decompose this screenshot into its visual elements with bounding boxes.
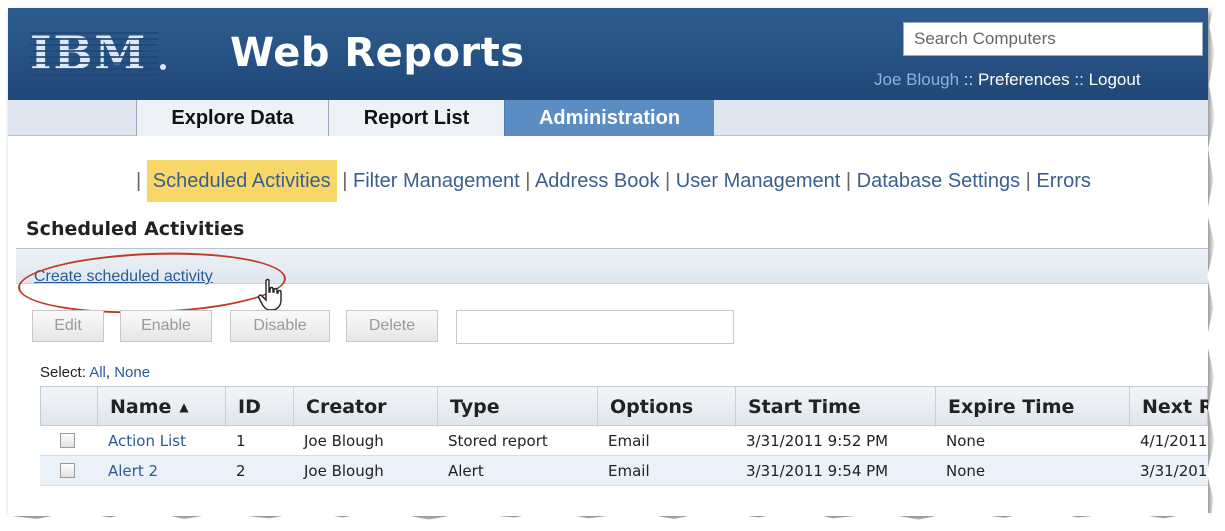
subnav-errors[interactable]: Errors	[1036, 170, 1090, 192]
row-id: 2	[236, 462, 246, 480]
main-tab-bar: Explore Data Report List Administration	[8, 100, 1208, 136]
select-label: Select:	[40, 364, 86, 381]
user-name-link[interactable]: Joe Blough	[874, 70, 959, 89]
column-header-id[interactable]: ID	[225, 387, 293, 427]
column-header-type[interactable]: Type	[437, 387, 597, 427]
subnav-separator: |	[845, 170, 852, 192]
admin-subnav: | Scheduled Activities | Filter Manageme…	[136, 160, 1091, 202]
app-header: IBM Web Reports Search Computers Joe Blo…	[8, 8, 1208, 100]
row-id: 1	[236, 432, 246, 450]
select-none-link[interactable]: None	[114, 364, 150, 381]
row-type: Stored report	[448, 432, 548, 450]
page-title: Scheduled Activities	[26, 218, 245, 240]
select-controls: Select: All, None	[40, 364, 150, 381]
row-name-link[interactable]: Action List	[96, 426, 186, 456]
column-header-options[interactable]: Options	[597, 387, 735, 427]
header-checkbox-column	[41, 387, 97, 427]
subnav-separator: |	[342, 170, 348, 192]
row-checkbox[interactable]	[60, 463, 75, 478]
subnav-address-book[interactable]: Address Book	[535, 170, 660, 192]
edit-button[interactable]: Edit	[32, 310, 104, 342]
select-all-link[interactable]: All	[89, 364, 106, 381]
row-start-time: 3/31/2011 9:54 PM	[746, 462, 889, 480]
screenshot-frame: IBM Web Reports Search Computers Joe Blo…	[8, 8, 1208, 516]
column-header-start-time[interactable]: Start Time	[735, 387, 935, 427]
column-header-next-run[interactable]: Next Run	[1129, 387, 1208, 427]
row-creator: Joe Blough	[304, 462, 384, 480]
select-comma: ,	[105, 364, 111, 381]
user-links: Joe Blough :: Preferences :: Logout	[874, 70, 1141, 90]
row-checkbox[interactable]	[60, 433, 75, 448]
app-title: Web Reports	[230, 30, 525, 76]
table-header: Name ▲ ID Creator Type Options Start Time…	[40, 386, 1208, 427]
row-options: Email	[608, 432, 650, 450]
subnav-separator: |	[1025, 170, 1031, 192]
row-next-run: 4/1/2011	[1140, 432, 1208, 450]
row-start-time: 3/31/2011 9:52 PM	[746, 432, 889, 450]
row-options: Email	[608, 462, 650, 480]
hand-cursor-icon	[258, 278, 282, 311]
tab-administration[interactable]: Administration	[504, 100, 714, 136]
row-expire-time: None	[946, 462, 986, 480]
filter-input[interactable]	[456, 310, 734, 344]
subnav-separator: |	[525, 170, 531, 192]
tab-report-list[interactable]: Report List	[328, 100, 504, 136]
disable-button[interactable]: Disable	[230, 310, 330, 342]
subnav-separator: |	[136, 170, 142, 192]
sort-ascending-icon: ▲	[179, 400, 189, 414]
column-header-expire-time[interactable]: Expire Time	[935, 387, 1129, 427]
row-type: Alert	[448, 462, 484, 480]
subnav-scheduled-activities[interactable]: Scheduled Activities	[146, 160, 337, 202]
column-header-name-label: Name	[110, 396, 172, 418]
subnav-user-management[interactable]: User Management	[676, 170, 841, 192]
row-name-link[interactable]: Alert 2	[96, 456, 158, 486]
subnav-separator: |	[665, 170, 671, 192]
search-computers-input[interactable]: Search Computers	[903, 22, 1203, 56]
subnav-database-settings[interactable]: Database Settings	[857, 170, 1020, 192]
subnav-filter-management[interactable]: Filter Management	[353, 170, 520, 192]
row-expire-time: None	[946, 432, 986, 450]
preferences-link[interactable]: Preferences	[978, 70, 1070, 89]
delete-button[interactable]: Delete	[346, 310, 438, 342]
column-header-creator[interactable]: Creator	[293, 387, 437, 427]
logout-link[interactable]: Logout	[1089, 70, 1141, 89]
logo-dot	[160, 64, 166, 70]
tab-explore-data[interactable]: Explore Data	[136, 100, 328, 136]
column-header-name[interactable]: Name ▲	[97, 387, 225, 427]
enable-button[interactable]: Enable	[120, 310, 212, 342]
table-row[interactable]: Action List 1 Joe Blough Stored report E…	[40, 426, 1208, 456]
table-row[interactable]: Alert 2 2 Joe Blough Alert Email 3/31/20…	[40, 456, 1208, 486]
ibm-logo: IBM	[30, 28, 158, 78]
row-creator: Joe Blough	[304, 432, 384, 450]
row-next-run: 3/31/2011	[1140, 462, 1208, 480]
separator: ::	[959, 70, 978, 89]
separator: ::	[1069, 70, 1089, 89]
